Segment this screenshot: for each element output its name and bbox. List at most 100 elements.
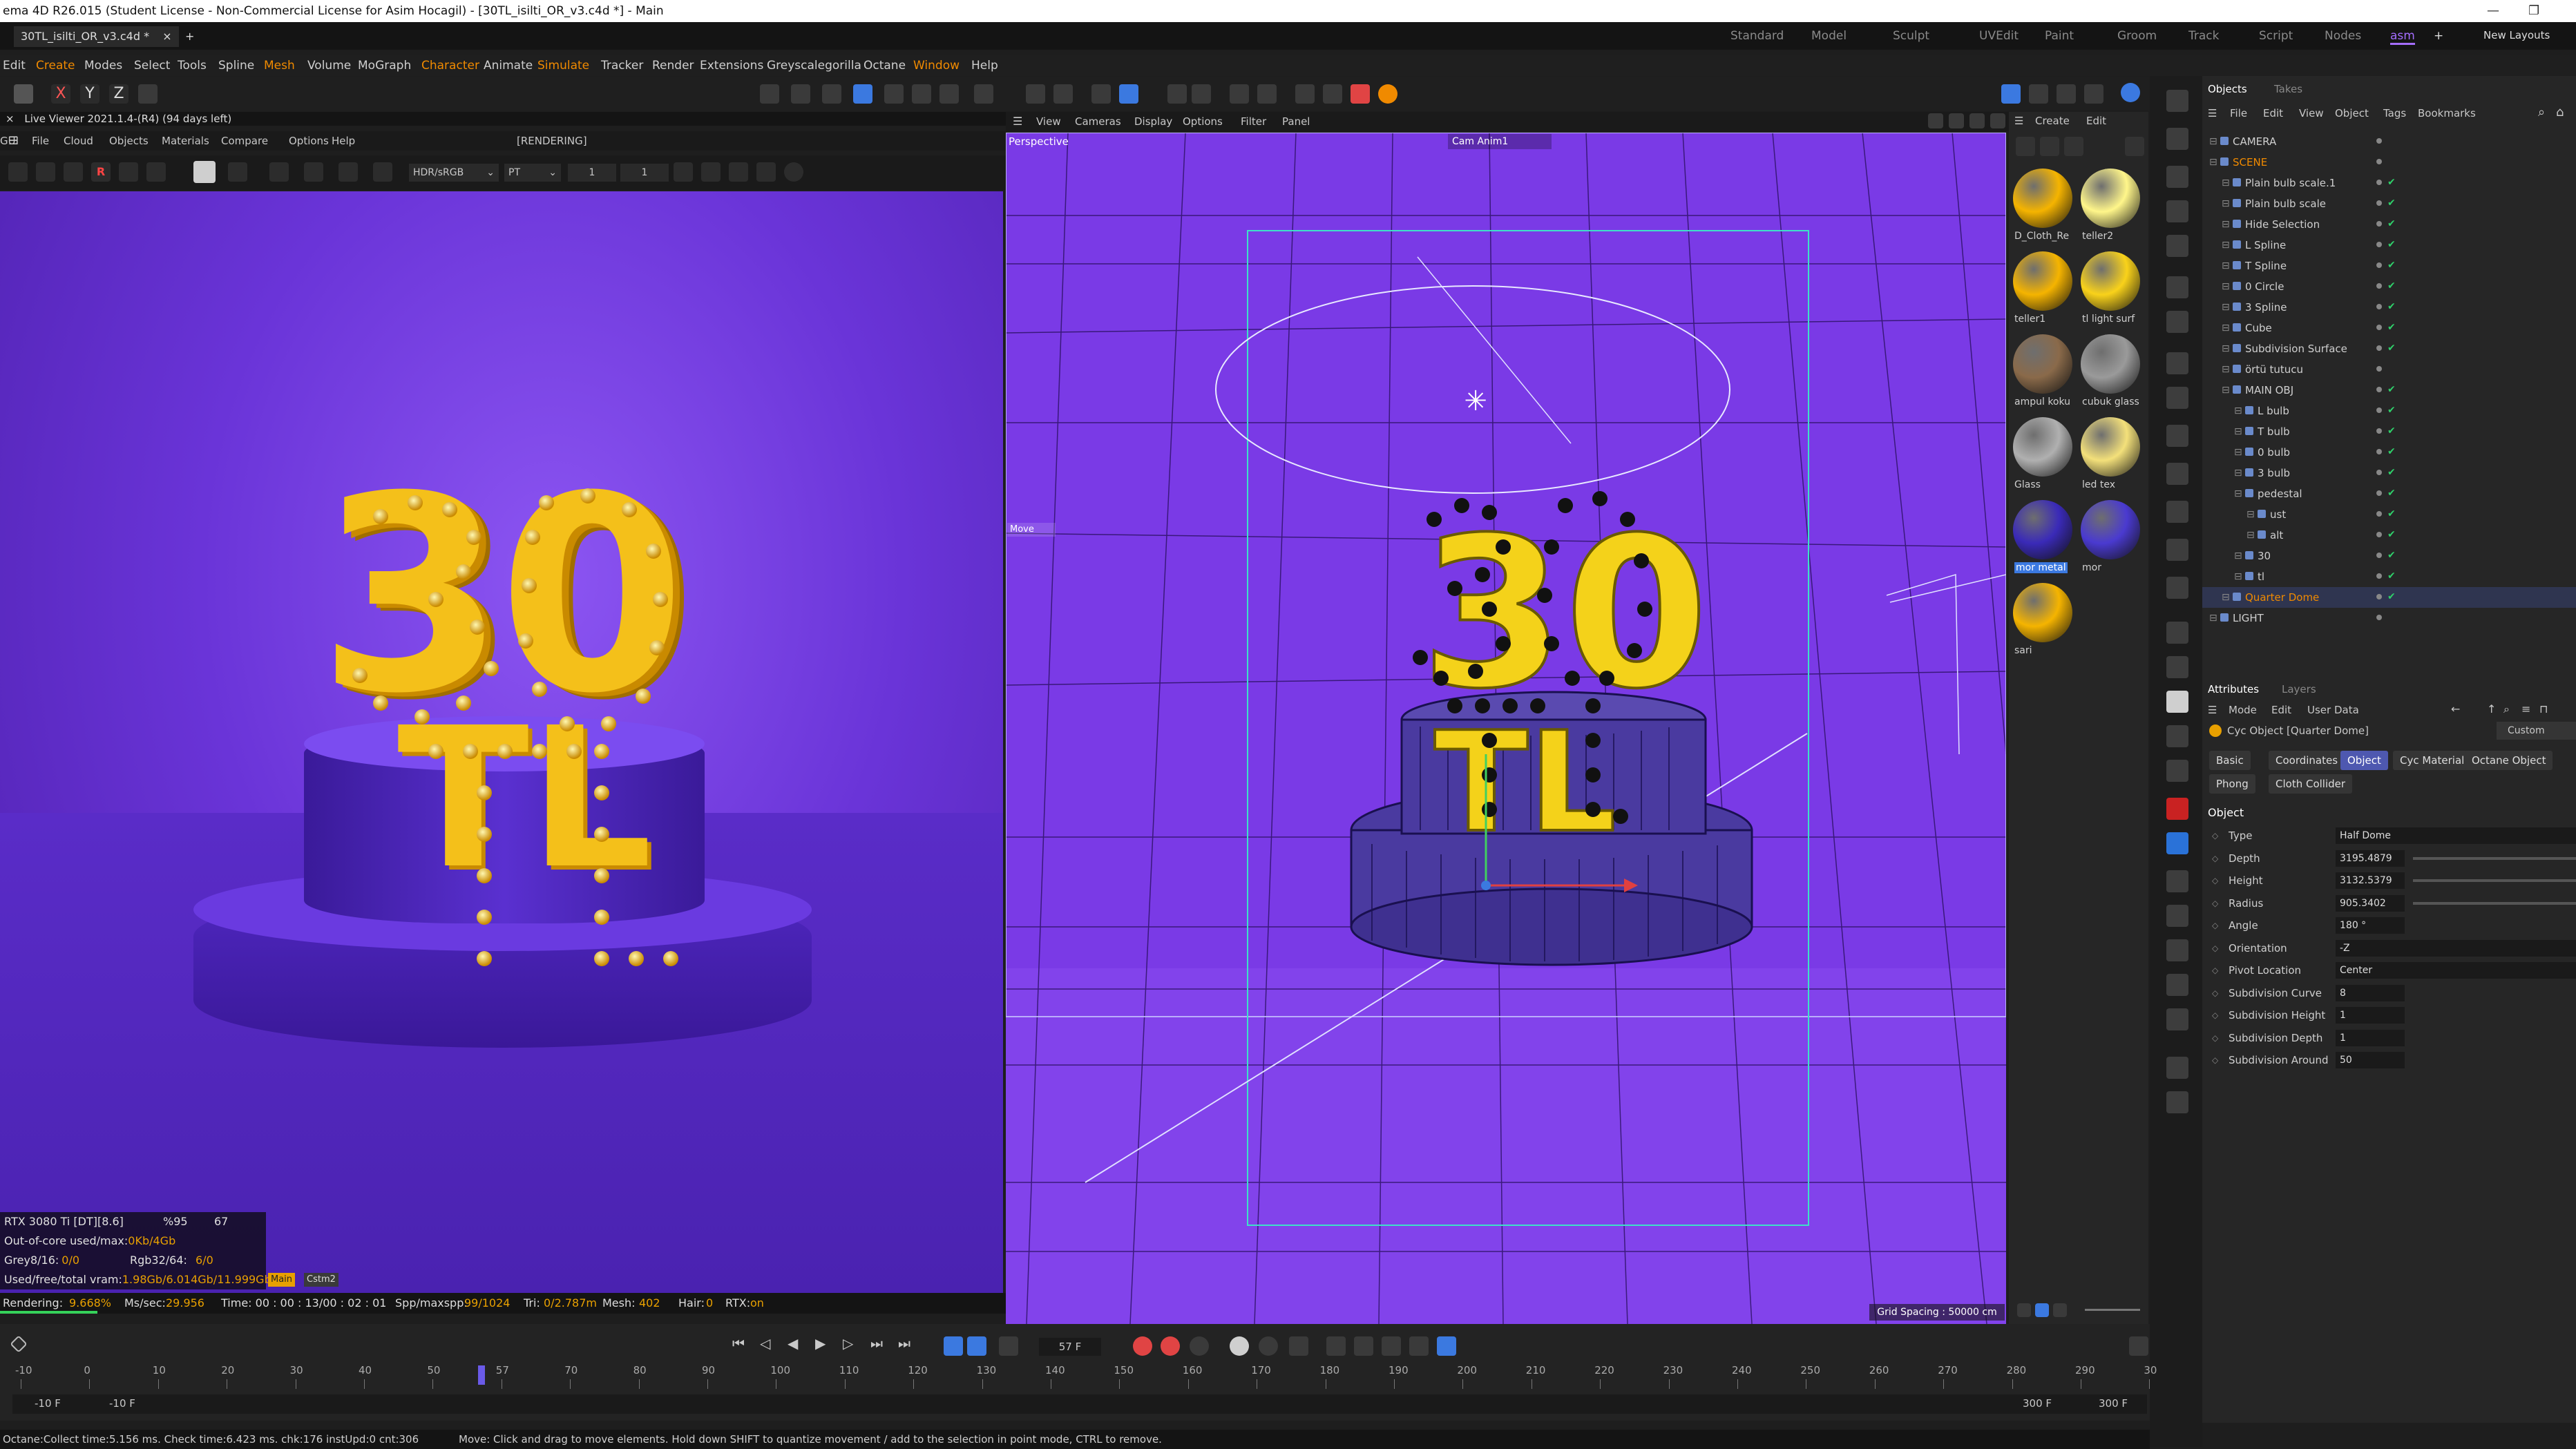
- texture-mode-icon[interactable]: [939, 84, 959, 104]
- save-image-icon[interactable]: [756, 162, 776, 182]
- menu-volume[interactable]: Volume: [307, 59, 351, 73]
- visibility-check-icon[interactable]: ✔: [2387, 509, 2396, 519]
- layer-dot[interactable]: [2376, 366, 2382, 372]
- menu-greyscalegorilla[interactable]: Greyscalegorilla: [767, 59, 861, 73]
- attr-value[interactable]: 1: [2336, 1029, 2405, 1046]
- render-view-icon[interactable]: [1230, 84, 1249, 104]
- pick-icon[interactable]: [228, 162, 247, 182]
- current-frame-field[interactable]: 57 F: [1039, 1338, 1101, 1356]
- lv-menu-help[interactable]: Help: [332, 135, 355, 147]
- xpresso-icon[interactable]: [1323, 84, 1342, 104]
- expand-icon[interactable]: ⊟: [2234, 421, 2242, 442]
- expand-icon[interactable]: ⊟: [2222, 359, 2230, 380]
- visibility-check-icon[interactable]: ✔: [2387, 530, 2396, 539]
- lv-menu-compare[interactable]: Compare: [221, 135, 268, 147]
- sphere4-icon[interactable]: [2166, 974, 2188, 996]
- timeline-ruler[interactable]: -10 0 10 20 30 40 50 57 70 80 90 100 110 120 130 140 150…: [0, 1364, 2157, 1389]
- cube-icon[interactable]: [2166, 128, 2188, 150]
- layer-dot[interactable]: [2376, 511, 2382, 517]
- expand-icon[interactable]: ⊟: [2222, 193, 2230, 214]
- settings-icon[interactable]: [8, 162, 28, 182]
- timeline-zoom-icon[interactable]: [2129, 1336, 2148, 1356]
- point-level-icon[interactable]: [1409, 1336, 1429, 1356]
- anim-dot-icon[interactable]: ◇: [2212, 938, 2218, 959]
- vp-menu-cameras[interactable]: Cameras: [1075, 115, 1121, 128]
- new-layouts-button[interactable]: New Layouts: [2483, 29, 2550, 41]
- tag-main[interactable]: Main: [268, 1273, 296, 1287]
- octane-target-icon[interactable]: [2166, 725, 2188, 747]
- mograph-icon[interactable]: [2166, 276, 2188, 298]
- material-swatch[interactable]: [2013, 169, 2072, 228]
- lv-menu-options[interactable]: Options: [289, 135, 329, 147]
- grid-icon[interactable]: [1091, 84, 1111, 104]
- object-row[interactable]: ⊟ Plain bulb scale.1 ✔: [2202, 173, 2576, 193]
- object-row[interactable]: ⊟ L bulb ✔: [2202, 401, 2576, 421]
- object-row[interactable]: ⊟ alt ✔: [2202, 525, 2576, 546]
- snapshot-icon[interactable]: [729, 162, 748, 182]
- layout-tab-sculpt[interactable]: Sculpt: [1893, 29, 1929, 43]
- hamburger-icon[interactable]: ☰: [2208, 107, 2217, 119]
- layout-tab-uvedit[interactable]: UVEdit: [1979, 29, 2019, 43]
- attr-menu-mode[interactable]: Mode: [2229, 704, 2257, 716]
- scene-icon[interactable]: [2166, 463, 2188, 485]
- search-icon[interactable]: ⌕: [2538, 105, 2545, 119]
- expand-icon[interactable]: ⊟: [2234, 463, 2242, 483]
- pla-key-icon[interactable]: [1382, 1336, 1401, 1356]
- obj-menu-file[interactable]: File: [2230, 107, 2247, 119]
- layer-dot[interactable]: [2376, 221, 2382, 227]
- object-row[interactable]: ⊟ pedestal ✔: [2202, 483, 2576, 504]
- lock-z-icon[interactable]: Z: [109, 84, 128, 104]
- visibility-check-icon[interactable]: ✔: [2387, 323, 2396, 332]
- sun-icon[interactable]: [2166, 760, 2188, 782]
- material-icon[interactable]: [2166, 691, 2188, 713]
- film-icon[interactable]: [701, 162, 721, 182]
- render-region-icon[interactable]: R: [91, 162, 111, 182]
- layout-tab-groom[interactable]: Groom: [2117, 29, 2157, 43]
- visibility-check-icon[interactable]: ✔: [2387, 550, 2396, 560]
- light-icon[interactable]: ✳: [1464, 385, 1487, 417]
- edges-mode-icon[interactable]: [822, 84, 841, 104]
- obj-menu-edit[interactable]: Edit: [2263, 107, 2283, 119]
- autokey-icon[interactable]: [1161, 1336, 1180, 1356]
- attr-tab-octane-object[interactable]: Octane Object: [2465, 751, 2553, 770]
- generator-icon[interactable]: [2166, 235, 2188, 257]
- tab-objects[interactable]: Objects: [2208, 83, 2247, 95]
- snap-icon[interactable]: [760, 84, 779, 104]
- menu-octane[interactable]: Octane: [864, 59, 906, 73]
- object-row[interactable]: ⊟ LIGHT: [2202, 608, 2576, 628]
- document-tab[interactable]: 30TL_isilti_OR_v3.c4d * ×: [14, 26, 179, 47]
- expand-icon[interactable]: ⊟: [2222, 587, 2230, 608]
- menu-mograph[interactable]: MoGraph: [358, 59, 411, 73]
- add-material-icon[interactable]: [2016, 137, 2035, 156]
- lv-menu-cloud[interactable]: Cloud: [64, 135, 93, 147]
- attr-value[interactable]: 905.3402: [2336, 894, 2405, 912]
- maximize-view-icon[interactable]: [1990, 113, 2005, 128]
- vp-menu-filter[interactable]: Filter: [1241, 115, 1266, 128]
- restart-render-icon[interactable]: [36, 162, 55, 182]
- attr-value[interactable]: 8: [2336, 984, 2405, 1001]
- go-to-end-icon[interactable]: ⏭: [898, 1335, 910, 1352]
- move-view-icon[interactable]: [1928, 113, 1943, 128]
- add-layout-icon[interactable]: +: [2434, 29, 2443, 43]
- layer-dot[interactable]: [2376, 407, 2382, 413]
- expand-icon[interactable]: ⊟: [2222, 380, 2230, 401]
- lv-menu-materials[interactable]: Materials: [162, 135, 209, 147]
- expand-icon[interactable]: ⊟: [2222, 318, 2230, 338]
- anim-dot-icon[interactable]: ◇: [2212, 960, 2218, 981]
- field-icon[interactable]: [2166, 352, 2188, 374]
- kernel-select[interactable]: PT ⌄: [504, 164, 561, 182]
- object-row[interactable]: ⊟ Plain bulb scale ✔: [2202, 193, 2576, 214]
- record-rotation-icon[interactable]: [1259, 1336, 1278, 1356]
- layer-dot[interactable]: [2376, 387, 2382, 392]
- filter-icon[interactable]: ≡: [2521, 702, 2530, 716]
- clay-mode-icon[interactable]: [146, 162, 166, 182]
- record-position-icon[interactable]: [1230, 1336, 1249, 1356]
- menu-extensions[interactable]: Extensions: [700, 59, 763, 73]
- render-icon[interactable]: [2166, 798, 2188, 820]
- visibility-check-icon[interactable]: ✔: [2387, 426, 2396, 436]
- sun-icon[interactable]: [373, 162, 392, 182]
- menu-render[interactable]: Render: [652, 59, 694, 73]
- attr-slider[interactable]: [2413, 879, 2576, 882]
- layer-dot[interactable]: [2376, 490, 2382, 496]
- tag-cstm2[interactable]: Cstm2: [304, 1273, 338, 1287]
